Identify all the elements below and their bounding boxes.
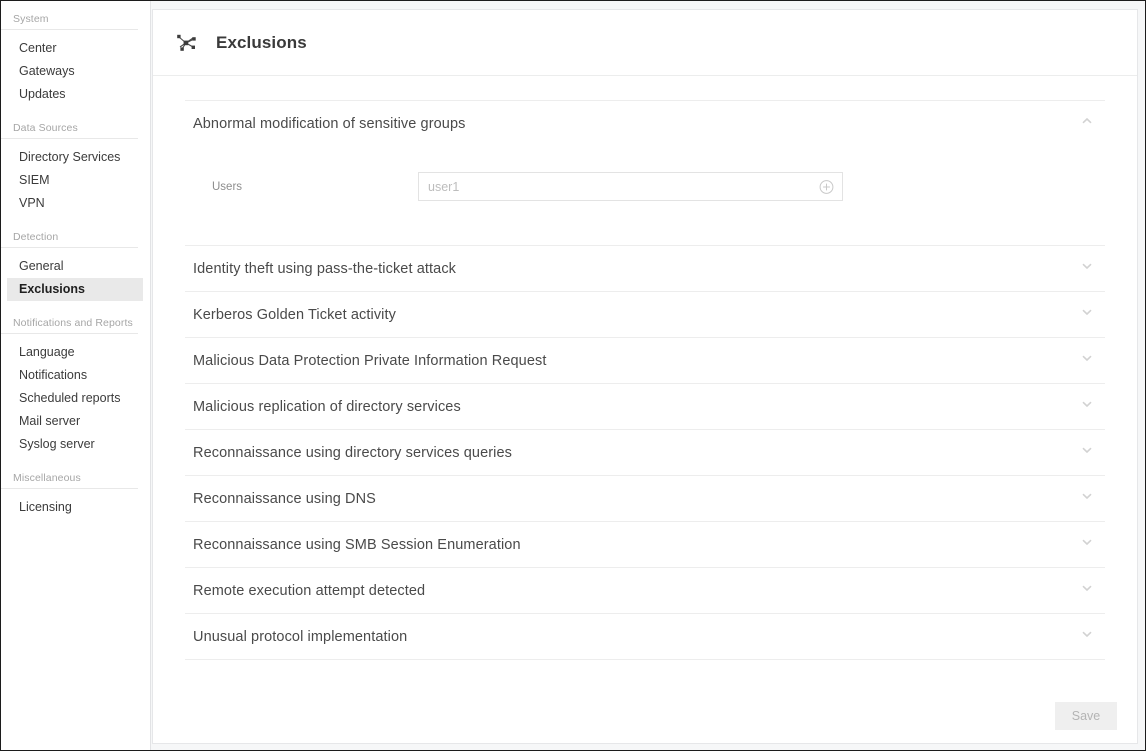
exclusion-field-row: Users [185, 172, 1105, 201]
sidebar-item-gateways[interactable]: Gateways [7, 60, 143, 83]
chevron-down-icon[interactable] [1079, 258, 1095, 279]
exclusion-item: Unusual protocol implementation [185, 614, 1105, 660]
exclusion-header[interactable]: Reconnaissance using SMB Session Enumera… [185, 522, 1105, 567]
sidebar-navigation: System Center Gateways Updates Data Sources D… [1, 1, 151, 750]
sidebar-item-language[interactable]: Language [7, 341, 143, 364]
exclusion-header[interactable]: Unusual protocol implementation [185, 614, 1105, 659]
sidebar-section: Notifications and Reports Language Notific… [1, 317, 150, 456]
sidebar-section-items: Directory Services SIEM VPN [1, 139, 150, 215]
sidebar-item-directory-services[interactable]: Directory Services [7, 146, 143, 169]
users-input[interactable] [419, 173, 842, 200]
chevron-down-icon[interactable] [1079, 488, 1095, 509]
exclusions-list: Abnormal modification of sensitive group… [153, 100, 1137, 660]
sidebar-section-label: Detection [1, 231, 138, 248]
sidebar-section: Detection General Exclusions [1, 231, 150, 301]
save-button[interactable]: Save [1055, 702, 1117, 730]
chevron-down-icon[interactable] [1079, 304, 1095, 325]
sidebar-section: System Center Gateways Updates [1, 13, 150, 106]
exclusion-item: Malicious replication of directory servi… [185, 384, 1105, 430]
page-header: Exclusions [153, 10, 1137, 76]
sidebar-item-general[interactable]: General [7, 255, 143, 278]
exclusion-title: Unusual protocol implementation [193, 628, 408, 645]
exclusion-title: Reconnaissance using DNS [193, 490, 376, 507]
users-input-wrapper [418, 172, 843, 201]
exclusion-item: Reconnaissance using SMB Session Enumera… [185, 522, 1105, 568]
exclusion-title: Reconnaissance using SMB Session Enumera… [193, 536, 521, 553]
exclusion-header[interactable]: Reconnaissance using directory services … [185, 430, 1105, 475]
sidebar-section: Miscellaneous Licensing [1, 472, 150, 519]
sidebar-section-items: Licensing [1, 489, 150, 519]
sidebar-section-label: Notifications and Reports [1, 317, 138, 334]
sidebar-item-syslog-server[interactable]: Syslog server [7, 433, 143, 456]
sidebar-section-items: Language Notifications Scheduled reports Ma… [1, 334, 150, 456]
sidebar-section-label: Miscellaneous [1, 472, 138, 489]
card-footer: Save [1055, 702, 1117, 730]
exclusion-item: Abnormal modification of sensitive group… [185, 101, 1105, 246]
chevron-up-icon[interactable] [1079, 113, 1095, 134]
exclusion-title: Malicious Data Protection Private Inform… [193, 352, 547, 369]
exclusion-item: Identity theft using pass-the-ticket att… [185, 246, 1105, 292]
sidebar-item-licensing[interactable]: Licensing [7, 496, 143, 519]
exclusion-header[interactable]: Abnormal modification of sensitive group… [185, 101, 1105, 146]
circle-plus-icon[interactable] [819, 179, 834, 194]
chevron-down-icon[interactable] [1079, 396, 1095, 417]
application-window: System Center Gateways Updates Data Sources D… [0, 0, 1146, 751]
sidebar-item-mail-server[interactable]: Mail server [7, 410, 143, 433]
exclusion-item: Remote execution attempt detected [185, 568, 1105, 614]
exclusion-header[interactable]: Reconnaissance using DNS [185, 476, 1105, 521]
chevron-down-icon[interactable] [1079, 534, 1095, 555]
exclusion-title: Reconnaissance using directory services … [193, 444, 513, 461]
sidebar-item-notifications[interactable]: Notifications [7, 364, 143, 387]
sidebar-item-vpn[interactable]: VPN [7, 192, 143, 215]
exclusion-title: Remote execution attempt detected [193, 582, 426, 599]
exclusion-item: Kerberos Golden Ticket activity [185, 292, 1105, 338]
page-title: Exclusions [216, 32, 307, 52]
sidebar-item-center[interactable]: Center [7, 37, 143, 60]
sidebar-section-items: Center Gateways Updates [1, 30, 150, 106]
main-content-card: Exclusions Abnormal modification of sens… [152, 9, 1138, 744]
exclusion-item: Malicious Data Protection Private Inform… [185, 338, 1105, 384]
exclusion-header[interactable]: Malicious Data Protection Private Inform… [185, 338, 1105, 383]
sidebar-section: Data Sources Directory Services SIEM VPN [1, 122, 150, 215]
exclusion-title: Malicious replication of directory servi… [193, 398, 461, 415]
exclusion-item: Reconnaissance using DNS [185, 476, 1105, 522]
exclusion-title: Identity theft using pass-the-ticket att… [193, 260, 457, 277]
exclusion-body: Users [185, 146, 1105, 245]
sidebar-item-exclusions[interactable]: Exclusions [7, 278, 143, 301]
exclusion-header[interactable]: Remote execution attempt detected [185, 568, 1105, 613]
network-nodes-icon [174, 30, 200, 56]
sidebar-item-siem[interactable]: SIEM [7, 169, 143, 192]
sidebar-section-items: General Exclusions [1, 248, 150, 301]
chevron-down-icon[interactable] [1079, 350, 1095, 371]
exclusion-header[interactable]: Identity theft using pass-the-ticket att… [185, 246, 1105, 291]
exclusion-title: Kerberos Golden Ticket activity [193, 306, 396, 323]
chevron-down-icon[interactable] [1079, 442, 1095, 463]
sidebar-item-updates[interactable]: Updates [7, 83, 143, 106]
exclusion-item: Reconnaissance using directory services … [185, 430, 1105, 476]
exclusion-header[interactable]: Malicious replication of directory servi… [185, 384, 1105, 429]
sidebar-section-label: System [1, 13, 138, 30]
exclusion-title: Abnormal modification of sensitive group… [193, 115, 466, 132]
chevron-down-icon[interactable] [1079, 580, 1095, 601]
chevron-down-icon[interactable] [1079, 626, 1095, 647]
sidebar-section-label: Data Sources [1, 122, 138, 139]
users-field-label: Users [212, 180, 243, 193]
sidebar-item-scheduled-reports[interactable]: Scheduled reports [7, 387, 143, 410]
exclusion-header[interactable]: Kerberos Golden Ticket activity [185, 292, 1105, 337]
